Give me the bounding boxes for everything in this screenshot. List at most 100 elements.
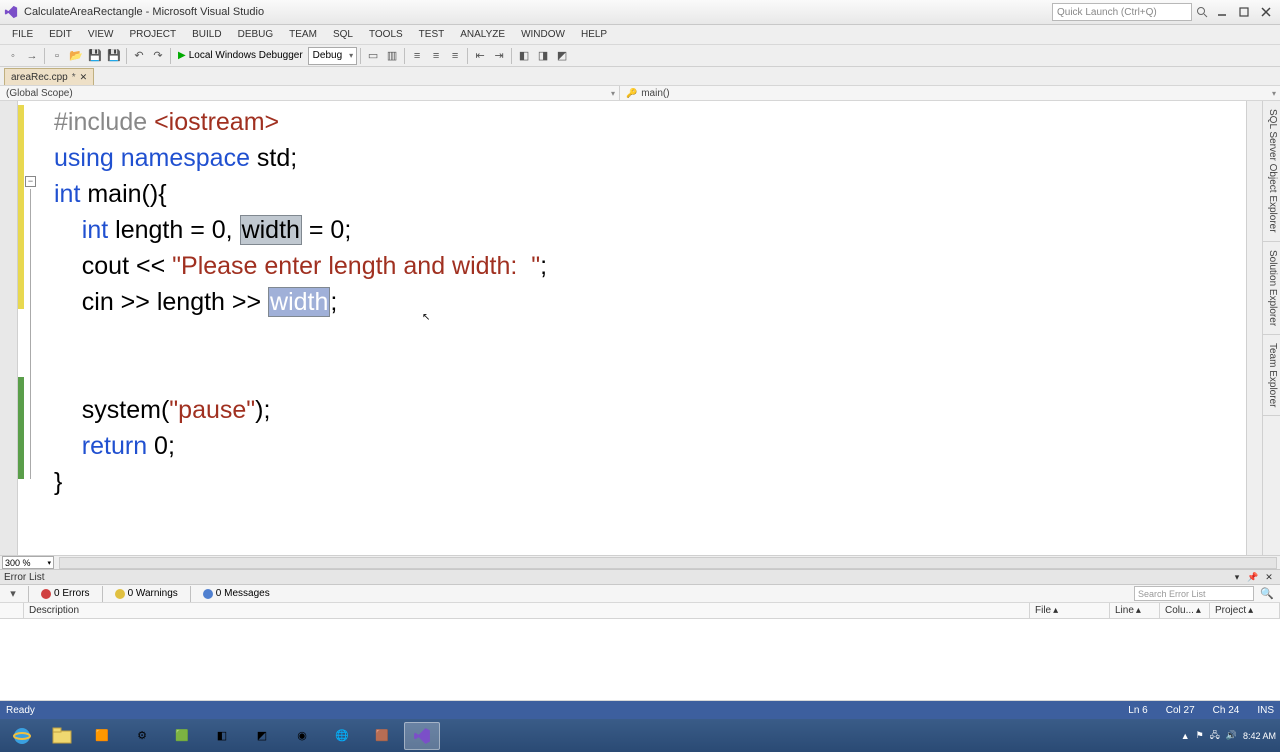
taskbar-chrome-icon[interactable]: 🌐 (324, 722, 360, 750)
code-editor[interactable]: − #include <iostream> using namespace st… (0, 101, 1262, 555)
filter-messages[interactable]: 0 Messages (197, 585, 276, 602)
scope-right-label: main() (641, 88, 669, 99)
taskbar-app-5-icon[interactable]: ◩ (244, 722, 280, 750)
menu-window[interactable]: WINDOW (513, 27, 573, 42)
error-filter-bar: ▾ 0 Errors 0 Warnings 0 Messages Search … (0, 585, 1280, 603)
panel-dropdown-icon[interactable]: ▾ (1230, 571, 1244, 583)
redo-icon[interactable]: ↷ (149, 47, 167, 65)
tb-icon-2[interactable]: ▥ (383, 47, 401, 65)
filter-dropdown-icon[interactable]: ▾ (4, 585, 22, 603)
new-file-icon[interactable]: ▫ (48, 47, 66, 65)
scope-bar: (Global Scope) 🔑 main() (0, 85, 1280, 101)
system-tray[interactable]: ▲ ⚑ 🖧 🔊 8:42 AM (1181, 728, 1276, 744)
tray-flag-icon[interactable]: ⚑ (1196, 730, 1204, 741)
menu-debug[interactable]: DEBUG (230, 27, 282, 42)
status-bar: Ready Ln 6 Col 27 Ch 24 INS (0, 701, 1280, 719)
save-all-icon[interactable]: 💾 (105, 47, 123, 65)
tray-volume-icon[interactable]: 🔊 (1226, 730, 1237, 741)
tab-label: areaRec.cpp (11, 72, 68, 83)
menu-test[interactable]: TEST (411, 27, 453, 42)
menu-build[interactable]: BUILD (184, 27, 229, 42)
undo-icon[interactable]: ↶ (130, 47, 148, 65)
status-ch: Ch 24 (1213, 705, 1240, 716)
outline-margin[interactable]: − (24, 101, 38, 555)
panel-close-icon[interactable]: ✕ (1262, 571, 1276, 583)
col-icon[interactable] (0, 603, 24, 618)
nav-back-icon[interactable]: ◦ (4, 47, 22, 65)
error-columns: Description File ▴ Line ▴ Colu... ▴ Proj… (0, 603, 1280, 619)
zoom-select[interactable]: 300 % (2, 556, 54, 569)
config-select[interactable]: Debug (308, 47, 357, 65)
zoom-bar: 300 % (0, 555, 1280, 569)
tab-close-icon[interactable]: ✕ (80, 72, 88, 83)
menu-edit[interactable]: EDIT (41, 27, 80, 42)
taskbar-app-3-icon[interactable]: 🟩 (164, 722, 200, 750)
horizontal-scrollbar[interactable] (59, 557, 1277, 569)
menu-bar: FILE EDIT VIEW PROJECT BUILD DEBUG TEAM … (0, 25, 1280, 45)
taskbar-app-4-icon[interactable]: ◧ (204, 722, 240, 750)
menu-team[interactable]: TEAM (281, 27, 325, 42)
open-icon[interactable]: 📂 (67, 47, 85, 65)
col-line[interactable]: Line ▴ (1110, 603, 1160, 618)
dirty-indicator: * (72, 72, 76, 83)
scope-left[interactable]: (Global Scope) (0, 86, 620, 100)
col-file[interactable]: File ▴ (1030, 603, 1110, 618)
fold-toggle-icon[interactable]: − (25, 176, 36, 187)
col-project[interactable]: Project ▴ (1210, 603, 1280, 618)
nav-fwd-icon[interactable]: → (23, 47, 41, 65)
tb-icon-3[interactable]: ≡ (408, 47, 426, 65)
quick-launch-input[interactable]: Quick Launch (Ctrl+Q) (1052, 3, 1192, 21)
error-list-body[interactable] (0, 619, 1280, 701)
taskbar-visual-studio-icon[interactable] (404, 722, 440, 750)
document-tabs: areaRec.cpp * ✕ (0, 67, 1280, 85)
menu-tools[interactable]: TOOLS (361, 27, 411, 42)
tray-clock[interactable]: 8:42 AM (1243, 731, 1276, 741)
menu-view[interactable]: VIEW (80, 27, 122, 42)
tab-arearec-cpp[interactable]: areaRec.cpp * ✕ (4, 68, 94, 85)
tb-icon-7[interactable]: ⇥ (490, 47, 508, 65)
save-icon[interactable]: 💾 (86, 47, 104, 65)
taskbar-app-6-icon[interactable]: ◉ (284, 722, 320, 750)
scope-right[interactable]: 🔑 main() (620, 86, 1280, 100)
menu-sql[interactable]: SQL (325, 27, 361, 42)
side-tab-solution-explorer[interactable]: Solution Explorer (1263, 242, 1280, 335)
menu-project[interactable]: PROJECT (121, 27, 184, 42)
tb-icon-8[interactable]: ◧ (515, 47, 533, 65)
tray-up-icon[interactable]: ▲ (1181, 731, 1190, 741)
taskbar-ie-icon[interactable] (4, 722, 40, 750)
col-description[interactable]: Description (24, 603, 1030, 618)
editor-area: − #include <iostream> using namespace st… (0, 101, 1280, 555)
menu-file[interactable]: FILE (4, 27, 41, 42)
taskbar-app-7-icon[interactable]: 🟫 (364, 722, 400, 750)
minimize-button[interactable] (1212, 4, 1232, 20)
search-error-icon[interactable]: 🔍 (1258, 585, 1276, 603)
error-list-header[interactable]: Error List ▾ 📌 ✕ (0, 569, 1280, 585)
vs-logo-icon (4, 5, 18, 19)
col-column[interactable]: Colu... ▴ (1160, 603, 1210, 618)
taskbar-app-2-icon[interactable]: ⚙ (124, 722, 160, 750)
tb-icon-4[interactable]: ≡ (427, 47, 445, 65)
tb-icon-5[interactable]: ≡ (446, 47, 464, 65)
side-tab-team-explorer[interactable]: Team Explorer (1263, 335, 1280, 416)
panel-pin-icon[interactable]: 📌 (1246, 571, 1260, 583)
search-error-list-input[interactable]: Search Error List (1134, 586, 1254, 601)
windows-taskbar: 🟧 ⚙ 🟩 ◧ ◩ ◉ 🌐 🟫 ▲ ⚑ 🖧 🔊 8:42 AM (0, 719, 1280, 752)
close-button[interactable] (1256, 4, 1276, 20)
start-debugging-button[interactable]: ▶Local Windows Debugger (174, 50, 307, 61)
side-tab-sql-explorer[interactable]: SQL Server Object Explorer (1263, 101, 1280, 242)
tb-icon-10[interactable]: ◩ (553, 47, 571, 65)
tray-network-icon[interactable]: 🖧 (1210, 728, 1220, 744)
menu-analyze[interactable]: ANALYZE (452, 27, 513, 42)
tb-icon-6[interactable]: ⇤ (471, 47, 489, 65)
tb-icon-9[interactable]: ◨ (534, 47, 552, 65)
filter-errors[interactable]: 0 Errors (35, 585, 96, 602)
taskbar-app-1-icon[interactable]: 🟧 (84, 722, 120, 750)
vertical-scrollbar[interactable] (1246, 101, 1262, 555)
tb-icon-1[interactable]: ▭ (364, 47, 382, 65)
taskbar-explorer-icon[interactable] (44, 722, 80, 750)
code-content[interactable]: #include <iostream> using namespace std;… (54, 101, 1246, 555)
search-icon[interactable] (1194, 4, 1210, 20)
menu-help[interactable]: HELP (573, 27, 615, 42)
filter-warnings[interactable]: 0 Warnings (109, 585, 184, 602)
maximize-button[interactable] (1234, 4, 1254, 20)
